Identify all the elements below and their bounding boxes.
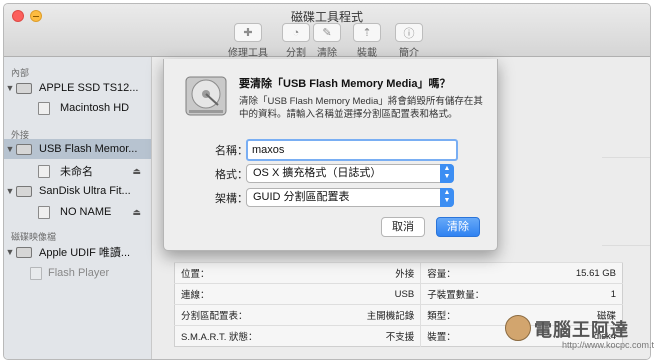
disclosure-triangle-icon[interactable]: ▼ [4, 83, 16, 93]
partition-map-value: 主開機記錄 [321, 304, 421, 326]
sidebar-item-label: SanDisk Ultra Fit... [39, 185, 131, 197]
format-label: 格式： [215, 169, 248, 181]
volume-icon [38, 164, 50, 178]
disk-utility-window: 磁碟工具程式 ✚ 修理工具 ◔ 分割 ✎ 清除 ⇡ 裝載 ⓘ 簡介 內部 ▼ A… [3, 3, 651, 360]
connection-value: USB [321, 283, 421, 305]
scheme-select[interactable]: GUID 分割區配置表 ▲ ▼ [246, 188, 454, 207]
mount-icon: ⇡ [353, 23, 381, 42]
child-count-value: 1 [535, 283, 623, 305]
capacity-label: 容量： [420, 262, 536, 284]
eject-icon[interactable]: ⏏ [132, 207, 141, 218]
stepper-arrows-icon: ▲ ▼ [440, 164, 454, 183]
disclosure-triangle-icon[interactable]: ▼ [4, 144, 16, 154]
location-label: 位置： [174, 262, 322, 284]
sidebar-item-apple-udif[interactable]: ▼ Apple UDIF 唯讀... [4, 242, 151, 262]
sidebar-item-label: Flash Player [48, 267, 110, 279]
volume-icon [30, 266, 42, 280]
format-select-value: OS X 擴充格式（日誌式） [253, 167, 382, 179]
disk-image-icon [16, 246, 32, 258]
sidebar-item-label: USB Flash Memor... [39, 143, 138, 155]
table-row: 位置： 外接 容量： 15.61 GB [174, 262, 623, 284]
connection-label: 連線： [174, 283, 322, 305]
toolbar: 磁碟工具程式 ✚ 修理工具 ◔ 分割 ✎ 清除 ⇡ 裝載 ⓘ 簡介 [4, 4, 650, 59]
sidebar-item-label: Macintosh HD [60, 102, 130, 114]
divider [602, 157, 650, 158]
eject-icon[interactable]: ⏏ [132, 166, 141, 177]
partition-map-label: 分割區配置表： [174, 304, 322, 326]
child-count-label: 子裝置數量： [420, 283, 536, 305]
sidebar-item-label: NO NAME [60, 206, 112, 218]
scheme-select-value: GUID 分割區配置表 [253, 191, 350, 203]
dialog-message: 清除「USB Flash Memory Media」將會銷毀所有儲存在其中的資料… [239, 96, 483, 120]
smart-status-label: S.M.A.R.T. 狀態： [174, 325, 322, 347]
stepper-arrows-icon: ▲ ▼ [440, 188, 454, 207]
sidebar-item-sandisk[interactable]: ▼ SanDisk Ultra Fit... [4, 181, 151, 201]
usb-disk-icon [16, 185, 32, 197]
sidebar-item-macintosh-hd[interactable]: Macintosh HD [4, 98, 151, 118]
hard-drive-icon [185, 76, 227, 116]
watermark-mascot [505, 315, 531, 341]
scheme-label: 架構： [215, 193, 248, 205]
erase-button[interactable]: 清除 [436, 217, 480, 237]
name-label: 名稱： [215, 145, 248, 157]
erase-dialog: 要清除「USB Flash Memory Media」嗎？ 清除「USB Fla… [163, 59, 498, 251]
watermark-text: 電腦王阿達 [534, 320, 629, 340]
capacity-value: 15.61 GB [535, 262, 623, 284]
sidebar-item-label: Apple UDIF 唯讀... [39, 247, 131, 259]
cancel-button[interactable]: 取消 [381, 217, 425, 237]
format-select[interactable]: OS X 擴充格式（日誌式） ▲ ▼ [246, 164, 454, 183]
usb-disk-icon [16, 143, 32, 155]
volume-icon [38, 101, 50, 115]
name-input[interactable]: maxos [246, 139, 458, 161]
location-value: 外接 [321, 262, 421, 284]
info-button[interactable]: ⓘ 簡介 [379, 23, 439, 59]
sidebar-item-flash-player[interactable]: Flash Player [4, 263, 151, 283]
smart-status-value: 不支援 [321, 325, 421, 347]
info-icon: ⓘ [395, 23, 423, 42]
table-row: 連線： USB 子裝置數量： 1 [174, 283, 623, 305]
dialog-title: 要清除「USB Flash Memory Media」嗎？ [239, 78, 451, 90]
stethoscope-icon: ✚ [234, 23, 262, 42]
volume-icon [38, 205, 50, 219]
watermark-url: http://www.kocpc.com.tw [562, 340, 654, 350]
sidebar-item-label: APPLE SSD TS12... [39, 82, 139, 94]
sidebar-item-usb-flash[interactable]: ▼ USB Flash Memor... [4, 139, 151, 159]
sidebar-item-no-name[interactable]: NO NAME ⏏ [4, 202, 151, 222]
hard-disk-icon [16, 82, 32, 94]
disclosure-triangle-icon[interactable]: ▼ [4, 247, 16, 257]
disclosure-triangle-icon[interactable]: ▼ [4, 186, 16, 196]
sidebar-item-apple-ssd[interactable]: ▼ APPLE SSD TS12... [4, 78, 151, 98]
sidebar-item-untitled[interactable]: 未命名 ⏏ [4, 161, 151, 181]
sidebar: 內部 ▼ APPLE SSD TS12... Macintosh HD 外接 ▼… [4, 57, 152, 359]
sidebar-item-label: 未命名 [60, 166, 93, 178]
divider [602, 245, 650, 246]
